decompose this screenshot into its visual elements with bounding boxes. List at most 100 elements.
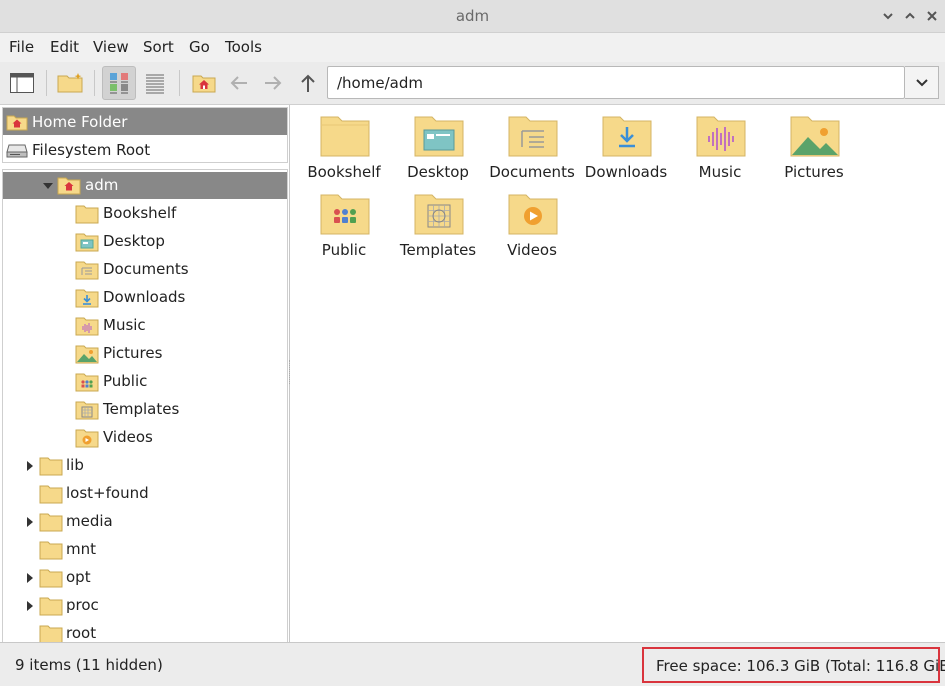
- place-filesystem-root[interactable]: Filesystem Root: [3, 136, 287, 163]
- toolbar-separator: [179, 70, 180, 96]
- up-button[interactable]: [291, 66, 325, 100]
- back-button[interactable]: [222, 66, 256, 100]
- tree-item-label: Documents: [103, 260, 189, 278]
- tree-item-label: media: [66, 512, 113, 530]
- drive-icon: [6, 141, 28, 159]
- documents-folder-icon: [75, 261, 99, 280]
- file-name: Pictures: [784, 163, 844, 181]
- tree-item-opt[interactable]: opt: [3, 564, 287, 591]
- tree-item-adm[interactable]: adm: [3, 172, 287, 199]
- folder-icon: [39, 569, 63, 588]
- folder-icon: [39, 485, 63, 504]
- chevron-down-icon: [915, 78, 928, 86]
- forward-button[interactable]: [256, 66, 290, 100]
- tree-item-label: Videos: [103, 428, 153, 446]
- home-icon: [6, 113, 28, 131]
- file-view: Bookshelf Desktop Documents Downloads Mu…: [291, 105, 945, 642]
- folder-icon: [75, 205, 99, 224]
- tree-item-pictures[interactable]: Pictures: [3, 340, 287, 367]
- icon-view-icon: [110, 73, 128, 94]
- tree-item-proc[interactable]: proc: [3, 592, 287, 619]
- side-pane-button[interactable]: [5, 66, 39, 100]
- file-name: Videos: [507, 241, 557, 259]
- tree-item-desktop[interactable]: Desktop: [3, 228, 287, 255]
- desktop-folder-icon: [75, 233, 99, 252]
- public-folder-icon: [75, 373, 99, 392]
- home-button[interactable]: [187, 66, 221, 100]
- menu-view[interactable]: View: [93, 38, 129, 56]
- file-item-pictures[interactable]: Pictures: [767, 105, 861, 183]
- new-folder-button[interactable]: [53, 66, 87, 100]
- pictures-folder-icon: [790, 116, 840, 157]
- file-name: Documents: [489, 163, 575, 181]
- templates-folder-icon: [75, 401, 99, 420]
- folder-icon: [39, 597, 63, 616]
- tree-item-public[interactable]: Public: [3, 368, 287, 395]
- folder-icon: [39, 513, 63, 532]
- file-item-desktop[interactable]: Desktop: [391, 105, 485, 183]
- folder-icon: [39, 541, 63, 560]
- collapsed-arrow-icon[interactable]: [25, 517, 35, 527]
- folder-icon: [39, 457, 63, 476]
- expanded-arrow-icon[interactable]: [43, 181, 53, 191]
- tree-item-music[interactable]: Music: [3, 312, 287, 339]
- list-view-button[interactable]: [138, 66, 172, 100]
- tree-item-bookshelf[interactable]: Bookshelf: [3, 200, 287, 227]
- desktop-folder-icon: [414, 116, 464, 157]
- menu-go[interactable]: Go: [189, 38, 210, 56]
- collapsed-arrow-icon[interactable]: [25, 601, 35, 611]
- pictures-folder-icon: [75, 345, 99, 364]
- tree-item-templates[interactable]: Templates: [3, 396, 287, 423]
- downloads-folder-icon: [75, 289, 99, 308]
- folder-icon: [39, 625, 63, 642]
- minimize-icon[interactable]: [881, 9, 895, 23]
- file-item-music[interactable]: Music: [673, 105, 767, 183]
- list-view-icon: [146, 74, 164, 94]
- side-pane: Home Folder Filesystem Root adm Bookshel…: [0, 105, 290, 642]
- tree-item-mnt[interactable]: mnt: [3, 536, 287, 563]
- icon-view-button[interactable]: [102, 66, 136, 100]
- tree-item-root[interactable]: root: [3, 620, 287, 642]
- up-arrow-icon: [301, 74, 315, 92]
- folder-icon: [320, 116, 370, 157]
- tree-item-documents[interactable]: Documents: [3, 256, 287, 283]
- tree-item-lost-found[interactable]: lost+found: [3, 480, 287, 507]
- file-item-downloads[interactable]: Downloads: [579, 105, 673, 183]
- music-folder-icon: [696, 116, 746, 157]
- file-item-videos[interactable]: Videos: [485, 183, 579, 261]
- path-history-dropdown[interactable]: [905, 66, 939, 99]
- tree-item-label: proc: [66, 596, 99, 614]
- place-home-folder[interactable]: Home Folder: [3, 108, 287, 135]
- tree-item-media[interactable]: media: [3, 508, 287, 535]
- tree-item-label: adm: [85, 176, 119, 194]
- file-name: Templates: [399, 241, 477, 259]
- documents-folder-icon: [508, 116, 558, 157]
- file-item-bookshelf[interactable]: Bookshelf: [297, 105, 391, 183]
- tree-item-videos[interactable]: Videos: [3, 424, 287, 451]
- home-icon: [57, 177, 81, 195]
- close-icon[interactable]: [925, 9, 939, 23]
- collapsed-arrow-icon[interactable]: [25, 573, 35, 583]
- tree-item-downloads[interactable]: Downloads: [3, 284, 287, 311]
- file-name: Downloads: [584, 163, 668, 181]
- menu-sort[interactable]: Sort: [143, 38, 174, 56]
- path-input[interactable]: /home/adm: [327, 66, 905, 99]
- tree-item-label: Music: [103, 316, 146, 334]
- file-item-public[interactable]: Public: [297, 183, 391, 261]
- place-label: Filesystem Root: [32, 140, 151, 159]
- item-count: 9 items (11 hidden): [15, 656, 163, 674]
- file-item-documents[interactable]: Documents: [485, 105, 579, 183]
- menu-edit[interactable]: Edit: [50, 38, 79, 56]
- file-item-templates[interactable]: Templates: [391, 183, 485, 261]
- tree-item-label: root: [66, 624, 97, 642]
- menu-tools[interactable]: Tools: [225, 38, 262, 56]
- menu-file[interactable]: File: [9, 38, 34, 56]
- tree-item-label: lost+found: [66, 484, 149, 502]
- collapsed-arrow-icon[interactable]: [25, 461, 35, 471]
- tree-item-lib[interactable]: lib: [3, 452, 287, 479]
- forward-arrow-icon: [265, 76, 282, 90]
- file-name: Bookshelf: [307, 163, 381, 181]
- maximize-icon[interactable]: [903, 9, 917, 23]
- toolbar: /home/adm: [0, 62, 945, 105]
- places-list: Home Folder Filesystem Root: [2, 107, 288, 163]
